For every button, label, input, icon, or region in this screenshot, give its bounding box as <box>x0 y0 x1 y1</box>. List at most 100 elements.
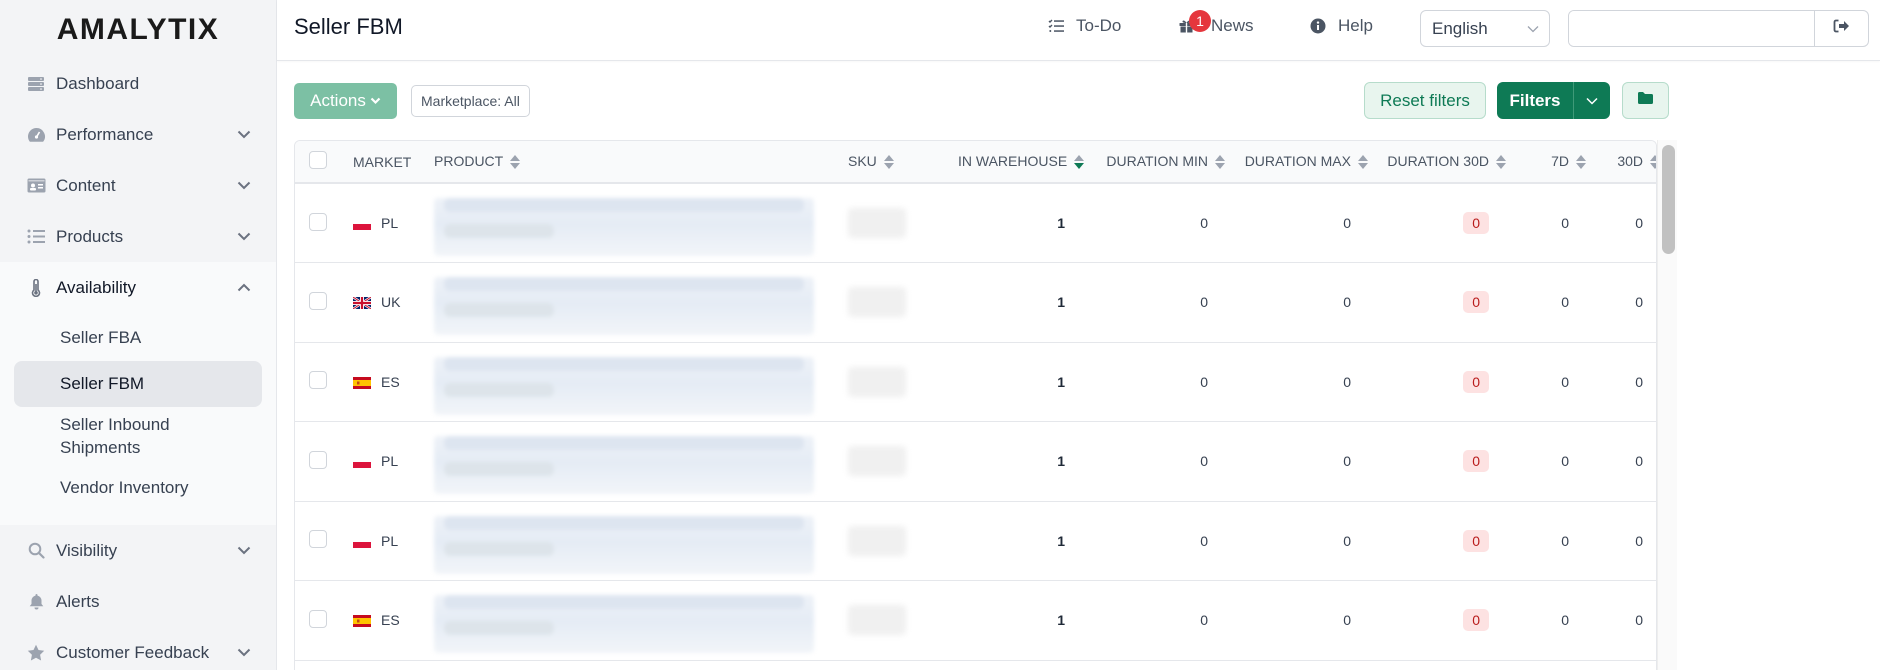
market-cell: PL <box>353 215 434 231</box>
row-checkbox[interactable] <box>309 450 327 469</box>
saved-views-button[interactable] <box>1622 82 1669 119</box>
logo[interactable]: AMALYTIX <box>0 0 276 58</box>
sidebar-item-dashboard[interactable]: Dashboard <box>0 58 276 109</box>
flag-pl-icon <box>353 217 371 230</box>
sidebar-item-products[interactable]: Products <box>0 211 276 262</box>
chevron-down-icon <box>1527 25 1539 33</box>
7d-value: 0 <box>1561 373 1569 390</box>
row-checkbox[interactable] <box>309 212 327 231</box>
app-root: AMALYTIX Dashboard Performance Content P… <box>0 0 1880 670</box>
sidebar-item-availability[interactable]: Availability <box>0 262 276 313</box>
in-warehouse-value: 1 <box>1057 612 1065 629</box>
sidebar-subitem-seller-fba[interactable]: Seller FBA <box>14 315 262 361</box>
market-cell: ES <box>353 374 434 390</box>
sidebar-item-visibility[interactable]: Visibility <box>0 525 276 576</box>
sidebar-item-label: Products <box>56 226 124 246</box>
filters-button[interactable]: Filters <box>1497 82 1574 119</box>
column-header-product[interactable]: PRODUCT <box>434 141 848 183</box>
star-icon <box>26 643 46 663</box>
in-warehouse-value: 1 <box>1057 532 1065 549</box>
product-title-redacted[interactable] <box>434 515 814 574</box>
sku-redacted <box>848 287 906 318</box>
thermometer-icon <box>26 278 46 298</box>
news-link[interactable]: 1 News <box>1179 10 1254 36</box>
table-row[interactable]: PL 1 0 0 0 0 0 0 0 <box>295 422 1656 501</box>
sidebar-item-customer-feedback[interactable]: Customer Feedback <box>0 627 276 670</box>
todo-link[interactable]: To-Do <box>1048 16 1121 36</box>
column-header-in-warehouse[interactable]: IN WAREHOUSE <box>958 141 1089 183</box>
sidebar-item-alerts[interactable]: Alerts <box>0 576 276 627</box>
sku-redacted <box>848 446 906 477</box>
gift-icon: 1 <box>1179 10 1211 33</box>
chevron-down-icon <box>236 645 252 661</box>
product-title-redacted[interactable] <box>434 277 814 336</box>
sidebar-subitem-seller-inbound-shipments[interactable]: Seller Inbound Shipments <box>14 407 262 465</box>
search-input[interactable] <box>1569 11 1814 46</box>
30d-value: 0 <box>1635 215 1643 231</box>
column-header-duration-min[interactable]: DURATION MIN <box>1089 141 1232 183</box>
search-group <box>1568 10 1869 47</box>
product-title-redacted[interactable] <box>434 595 814 654</box>
row-checkbox[interactable] <box>309 609 327 628</box>
table-row[interactable]: PL 1 0 0 0 0 0 0 0 <box>295 501 1656 581</box>
market-code: ES <box>381 612 400 629</box>
chevron-down-icon <box>370 97 381 105</box>
logout-button[interactable] <box>1814 11 1868 46</box>
duration-30d-pill: 0 <box>1463 529 1489 552</box>
sidebar: AMALYTIX Dashboard Performance Content P… <box>0 0 277 670</box>
help-link[interactable]: Help <box>1310 16 1373 36</box>
duration-max-value: 0 <box>1343 532 1351 549</box>
table-row[interactable]: UK 1 0 0 0 0 0 0 0 <box>295 263 1656 342</box>
30d-value: 0 <box>1635 294 1643 311</box>
language-value: English <box>1432 18 1488 38</box>
sidebar-item-content[interactable]: Content <box>0 160 276 211</box>
reset-filters-button[interactable]: Reset filters <box>1364 82 1486 119</box>
filters-dropdown-toggle[interactable] <box>1574 82 1610 119</box>
row-checkbox[interactable] <box>309 530 327 549</box>
server-icon <box>26 74 46 94</box>
product-title-redacted[interactable] <box>434 198 814 256</box>
sidebar-subitem-seller-fbm[interactable]: Seller FBM <box>14 361 262 407</box>
sku-redacted <box>848 525 906 556</box>
actions-button[interactable]: Actions <box>294 83 397 119</box>
marketplace-filter-chip[interactable]: Marketplace: All <box>411 85 530 117</box>
sidebar-subitem-vendor-inventory[interactable]: Vendor Inventory <box>14 465 262 511</box>
table-row[interactable]: ES 1 0 0 0 0 0 0 0 <box>295 342 1656 422</box>
in-warehouse-value: 1 <box>1057 294 1065 311</box>
duration-min-value: 0 <box>1200 453 1208 470</box>
flag-uk-icon <box>352 296 372 311</box>
column-header-7d[interactable]: 7D <box>1513 141 1593 183</box>
column-header-duration-30d[interactable]: DURATION 30D <box>1375 141 1513 183</box>
30d-value: 0 <box>1635 453 1643 470</box>
list-icon <box>26 227 46 247</box>
sidebar-item-performance[interactable]: Performance <box>0 109 276 160</box>
flag-pl-icon <box>353 535 371 548</box>
toolbar: Actions Marketplace: All Reset filters F… <box>277 62 1880 140</box>
7d-value: 0 <box>1561 532 1569 549</box>
select-all-checkbox[interactable] <box>309 151 327 169</box>
table-row[interactable]: PL 1 0 0 0 0 0 0 0 <box>295 183 1656 263</box>
7d-value: 0 <box>1561 215 1569 231</box>
help-label: Help <box>1338 16 1373 35</box>
table-scrollbar[interactable] <box>1657 140 1677 670</box>
duration-30d-pill: 0 <box>1463 291 1489 314</box>
sidebar-item-label: Customer Feedback <box>56 642 210 662</box>
row-checkbox[interactable] <box>309 371 327 390</box>
column-header-30d[interactable]: 30D <box>1593 141 1656 183</box>
gauge-icon <box>26 125 46 145</box>
column-header-sku[interactable]: SKU <box>848 141 958 183</box>
row-checkbox[interactable] <box>309 291 327 310</box>
column-header-duration-max[interactable]: DURATION MAX <box>1232 141 1375 183</box>
news-badge: 1 <box>1189 10 1211 32</box>
sidebar-item-label: Performance <box>56 124 154 144</box>
chevron-down-icon <box>236 178 252 194</box>
product-title-redacted[interactable] <box>434 436 814 495</box>
market-cell: PL <box>353 533 434 549</box>
sku-redacted <box>848 605 906 636</box>
table-row[interactable]: ES 1 0 0 0 0 0 0 0 <box>295 581 1656 660</box>
language-select[interactable]: English <box>1420 10 1550 47</box>
duration-min-value: 0 <box>1200 532 1208 549</box>
scrollbar-thumb[interactable] <box>1662 145 1675 254</box>
product-title-redacted[interactable] <box>434 356 814 415</box>
flag-es-icon <box>353 376 371 389</box>
